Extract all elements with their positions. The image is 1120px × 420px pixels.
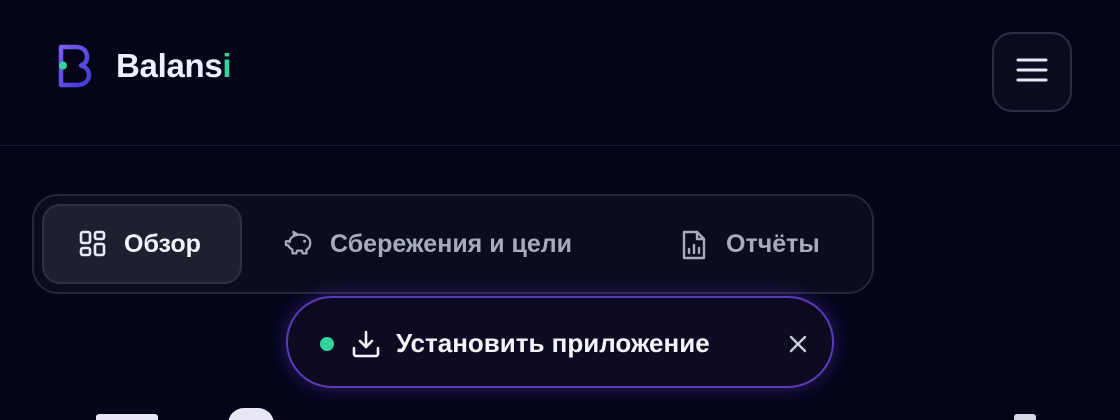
hamburger-menu-icon [1016, 56, 1048, 89]
piggy-bank-icon [284, 229, 314, 259]
content-peek-card [96, 414, 158, 420]
brand-name[interactable]: Balansi [116, 46, 232, 86]
tab-reports-label: Отчёты [726, 229, 820, 258]
content-peek-mark [1014, 414, 1036, 420]
install-app-banner[interactable]: Установить приложение [286, 296, 834, 388]
section-tabs: Обзор Сбережения и цели Отчёты [32, 194, 874, 294]
tab-savings-goals[interactable]: Сбережения и цели [284, 204, 614, 284]
install-app-label: Установить приложение [396, 328, 710, 358]
menu-button[interactable] [992, 32, 1072, 112]
top-header: Balansi [0, 0, 1120, 146]
close-icon[interactable] [782, 328, 814, 360]
status-dot [320, 337, 334, 351]
tab-reports[interactable]: Отчёты [680, 204, 860, 284]
tab-savings-goals-label: Сбережения и цели [330, 229, 573, 258]
report-chart-icon [680, 229, 710, 260]
tab-overview-label: Обзор [124, 229, 201, 258]
dashboard-grid-icon [78, 229, 108, 259]
content-peek-shape [228, 408, 274, 420]
download-icon [350, 328, 382, 360]
brand-name-main: Balans [116, 47, 223, 84]
balansi-logo-icon[interactable] [56, 42, 96, 90]
app-page: Balansi Обзор Сбережения и цели Отчёты У… [0, 0, 1120, 420]
tab-overview[interactable]: Обзор [42, 204, 242, 284]
brand-name-accent: i [222, 47, 232, 84]
